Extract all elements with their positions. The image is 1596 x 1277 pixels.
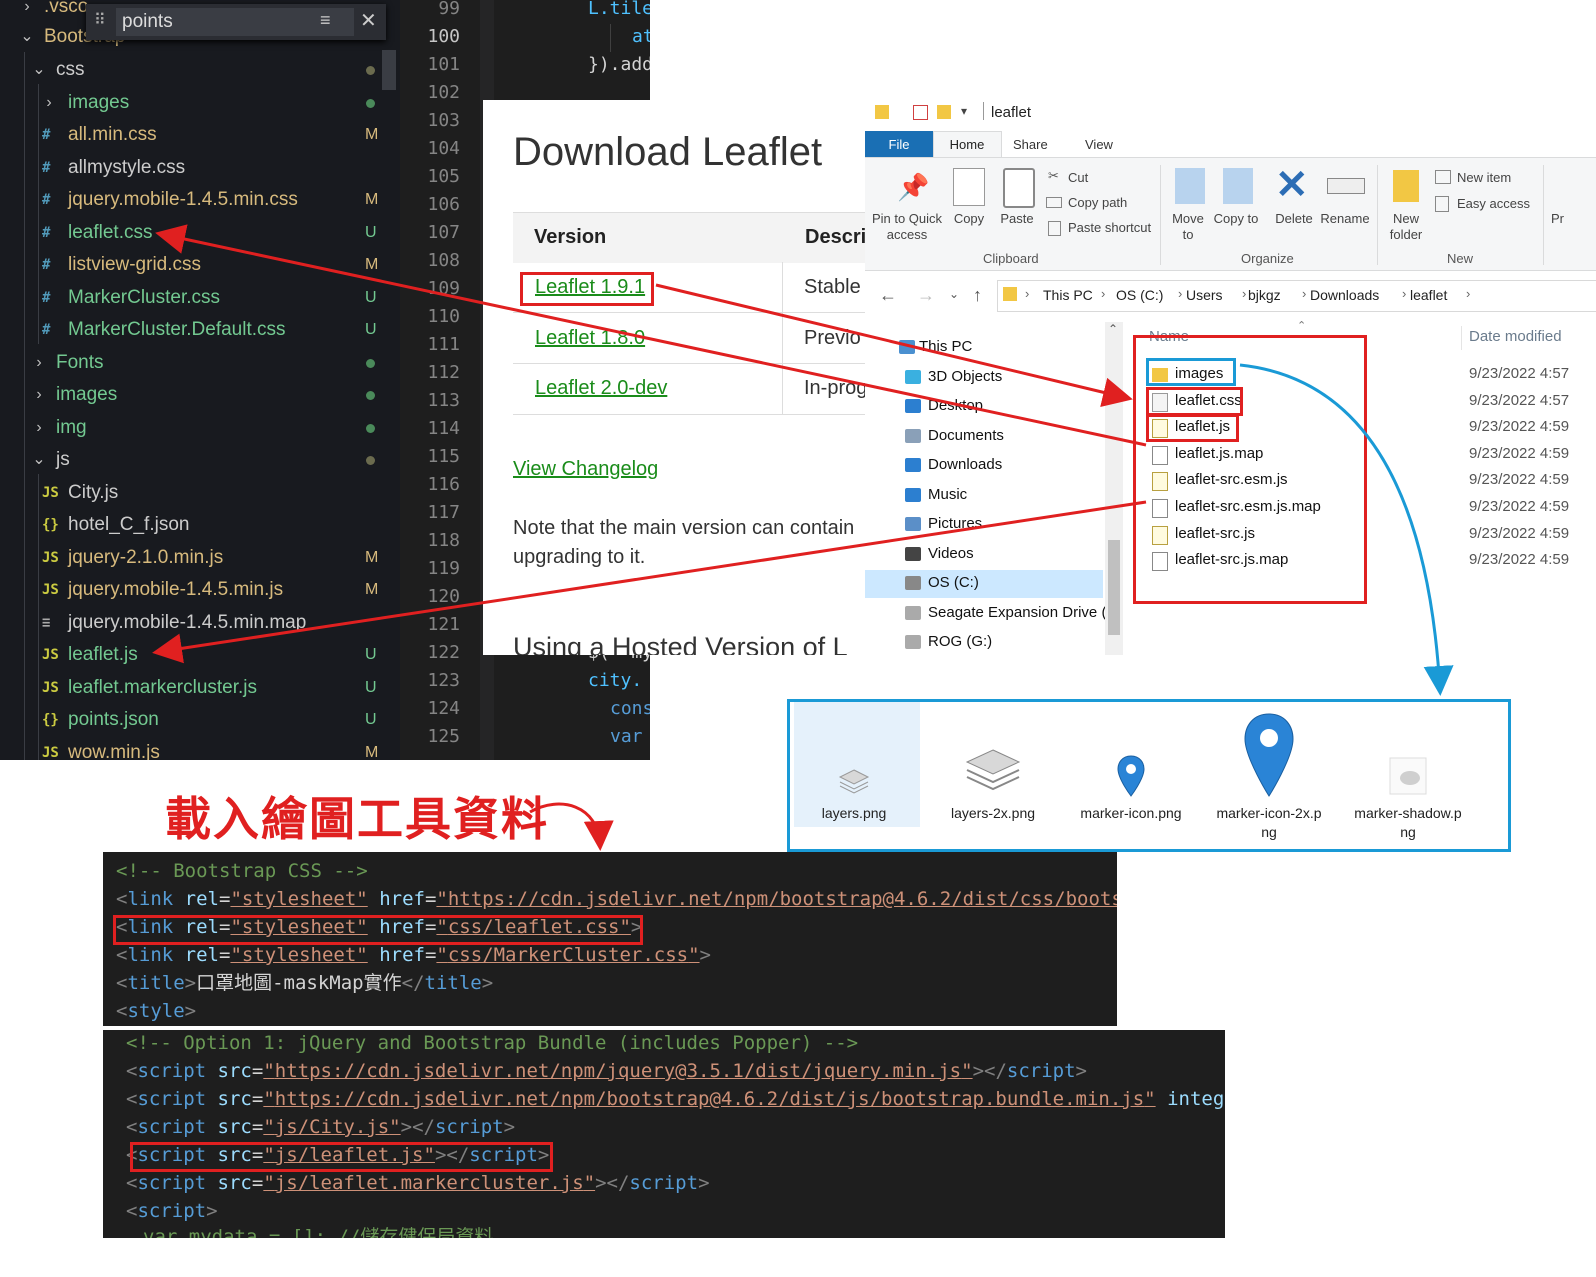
arrow-annotation-to-code xyxy=(529,802,614,851)
arrow-css-to-tree xyxy=(155,224,1147,447)
arrow-js-to-tree xyxy=(152,500,1147,664)
annotation-arrows xyxy=(152,224,1454,851)
arrow-version-to-files xyxy=(655,283,1133,407)
arrow-images-to-preview xyxy=(1239,363,1454,696)
